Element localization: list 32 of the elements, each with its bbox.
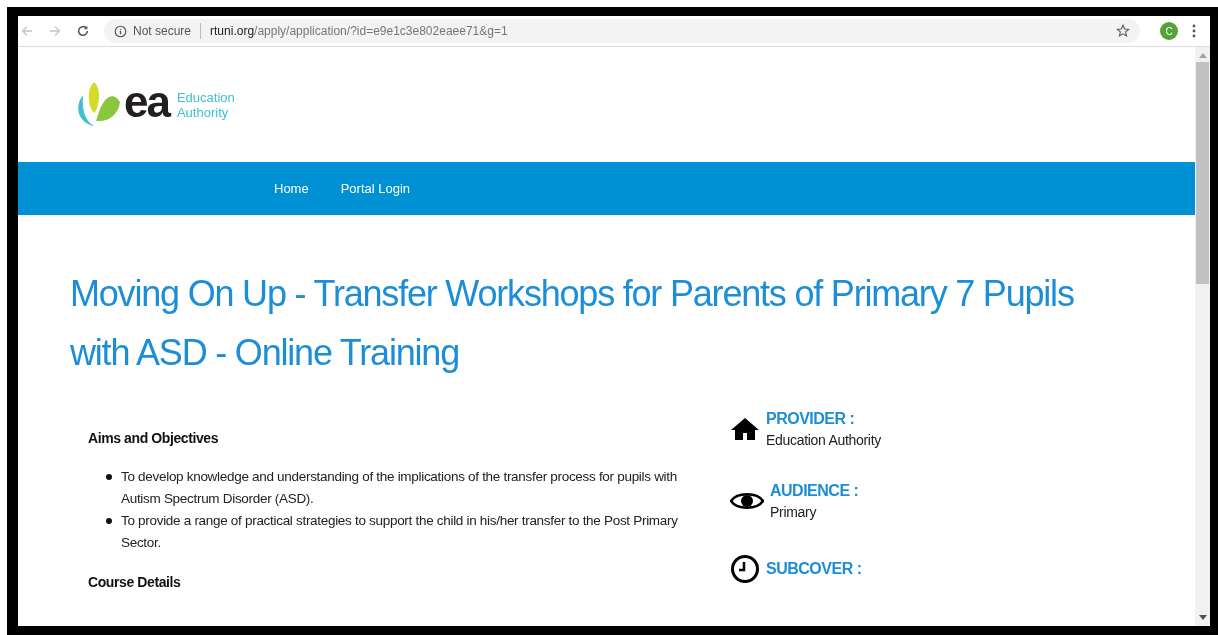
- profile-avatar[interactable]: C: [1160, 22, 1178, 40]
- clock-icon: [730, 554, 760, 584]
- logo-text: Education: [176, 89, 235, 105]
- eye-icon: [730, 490, 764, 512]
- scroll-thumb[interactable]: [1196, 62, 1209, 284]
- security-label: Not secure: [133, 24, 192, 38]
- detail-value: Primary: [770, 504, 818, 520]
- bullet-text: To develop knowledge and understanding of the implications of the transfer process for pupils with Autism Spectrum Disorder (ASD).: [121, 468, 678, 508]
- scroll-up-icon[interactable]: [1198, 53, 1207, 58]
- back-icon[interactable]: [20, 24, 34, 38]
- section-heading: Aims and Objectives: [88, 430, 220, 446]
- forward-icon[interactable]: [48, 24, 62, 38]
- info-icon: [114, 24, 127, 38]
- logo-wordmark: ea: [124, 79, 169, 124]
- reload-icon[interactable]: [76, 24, 90, 38]
- detail-label: SUBCOVER :: [766, 560, 862, 578]
- section-heading: Course Details: [88, 574, 182, 590]
- nav-link[interactable]: Portal Login: [340, 181, 411, 196]
- detail-value: Education Authority: [766, 432, 881, 448]
- menu-icon[interactable]: [1192, 24, 1196, 38]
- scroll-down-icon[interactable]: [1198, 615, 1207, 620]
- house-icon: [730, 417, 760, 441]
- star-icon[interactable]: [1116, 24, 1130, 38]
- detail-label: PROVIDER :: [766, 410, 856, 428]
- url-text: rtuni.org/apply/application/?id=e9e1c3e802eaee71&g=1: [210, 24, 509, 38]
- logo-text: Authority: [176, 104, 230, 120]
- nav-link[interactable]: Home: [274, 181, 309, 196]
- page-title: Moving On Up - Transfer Workshops for Parents of Primary 7 Pupils with ASD - Online Training: [69, 272, 1075, 375]
- detail-label: AUDIENCE :: [770, 482, 859, 500]
- scrollbar[interactable]: [1195, 47, 1210, 626]
- bullet-text: To provide a range of practical strategies to support the child in his/her transfer to the Post Primary Sector.: [121, 512, 679, 552]
- address-bar[interactable]: Not secure rtuni.org/apply/application/?id=e9e1c3e802eaee71&g=1: [104, 19, 1140, 43]
